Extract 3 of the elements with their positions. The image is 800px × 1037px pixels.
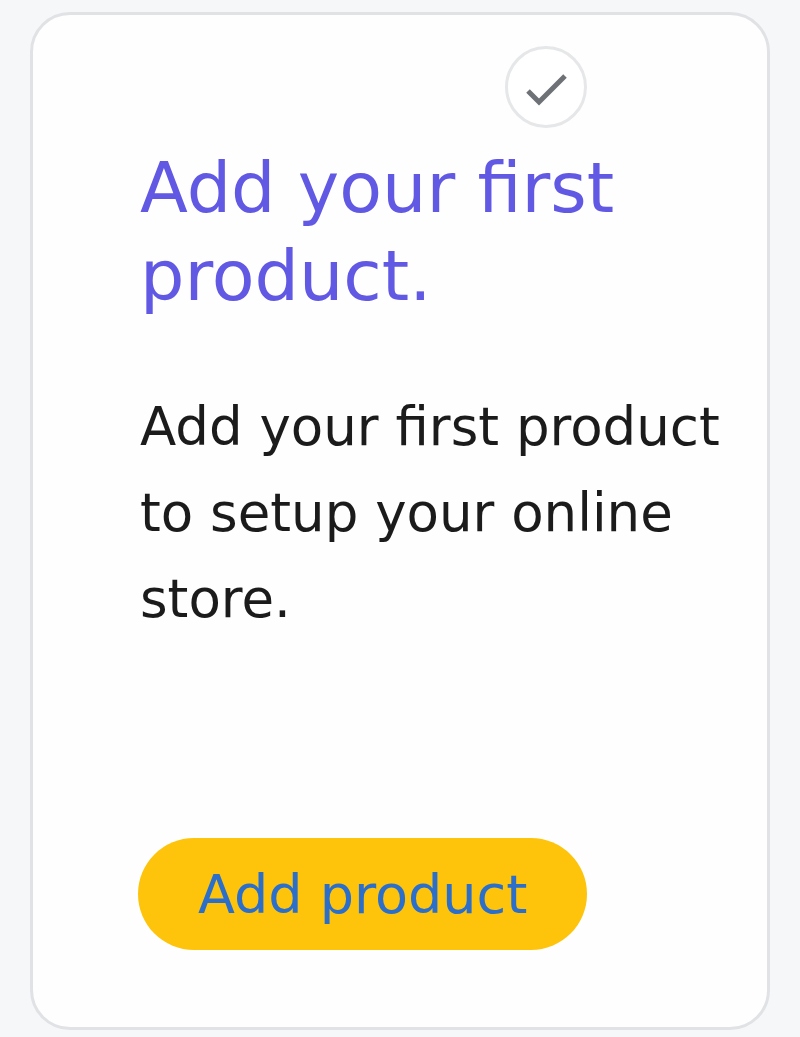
card-description: Add your first product to setup your online store. (140, 395, 721, 631)
add-product-button[interactable]: Add product (138, 838, 588, 950)
card-title: Add your first product. (140, 146, 616, 319)
